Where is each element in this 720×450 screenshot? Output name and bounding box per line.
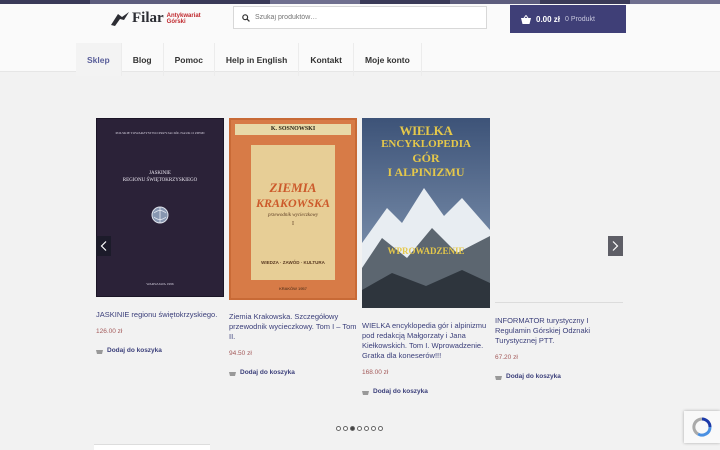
cart-amount: 0.00 zł [536,14,561,24]
product-card: WIELKA ENCYKLOPEDIA GÓR I ALPINIZMU WPRO… [362,118,490,395]
cover-title-line2: KRAKOWSKA [255,196,331,210]
cover-author: K. SOSNOWSKI [235,124,351,135]
logo-sub-line2: Górski [166,18,186,25]
product-title[interactable]: WIELKA encyklopedia gór i alpinizmu pod … [362,321,490,361]
shopping-bag-icon [96,349,103,354]
product-title[interactable]: INFORMATOR turystyczny I Regulamin Górsk… [495,316,623,346]
logo-subtitle: Antykwariat Górski [164,13,201,25]
cart-count: 0 Produkt [565,15,595,23]
chevron-left-icon [100,241,107,251]
product-card: INFORMATOR turystyczny I Regulamin Górsk… [495,118,623,380]
nav-item-help-in-english[interactable]: Help in English [215,43,300,76]
product-card: K. SOSNOWSKI ZIEMIA KRAKOWSKA przewodnik… [229,118,357,376]
product-price: 126.00 zł [96,328,123,335]
cover-title-line1: ZIEMIA [269,180,317,195]
shopping-bag-icon [495,375,502,380]
globe-emblem-icon [151,206,169,224]
carousel-next-button[interactable] [608,236,623,256]
carousel-dot[interactable] [343,426,348,431]
site-logo[interactable]: Filar Antykwariat Górski [110,10,201,27]
logo-sub-line1: Antykwariat [166,12,201,19]
cover-subtitle: przewodnik wycieczkowy [267,213,319,218]
recaptcha-icon [692,417,712,437]
add-to-cart-label: Dodaj do koszyka [506,373,561,380]
add-to-cart-button[interactable]: Dodaj do koszyka [96,347,224,354]
cover-title-line1: JASKINIE [149,171,171,176]
shopping-bag-icon [229,371,236,376]
cover-title-line4: I ALPINIZMU [387,165,465,179]
recaptcha-badge[interactable] [684,411,720,443]
bird-logo-icon [111,11,129,26]
cover-title-line1: WIELKA [399,123,453,138]
search-box[interactable] [233,6,487,29]
cover-volume: I [292,221,294,227]
cart-button[interactable]: 0.00 zł 0 Produkt [510,5,626,33]
nav-item-sklep[interactable]: Sklep [76,43,122,76]
add-to-cart-label: Dodaj do koszyka [107,347,162,354]
cover-title-line2: REGIONU ŚWIĘTOKRZYSKIEGO [122,178,198,183]
cover-footer: WARSZAWA 1996 [146,282,174,286]
product-image[interactable]: POLSKIE TOWARZYSTWO PRZYJACIÓŁ NAUK O ZI… [96,118,224,297]
product-carousel: POLSKIE TOWARZYSTWO PRZYJACIÓŁ NAUK O ZI… [96,118,624,418]
search-icon [242,13,250,22]
basket-icon [521,14,531,24]
carousel-dot[interactable] [378,426,383,431]
site-header: Filar Antykwariat Górski 0.00 zł 0 Produ… [0,4,720,76]
footer-widget-edge [94,444,210,450]
add-to-cart-button[interactable]: Dodaj do koszyka [229,369,357,376]
cover-title-line3: GÓR [412,151,440,165]
cover-subtitle: WPROWADZENIE [387,246,465,256]
add-to-cart-button[interactable]: Dodaj do koszyka [495,373,623,380]
nav-item-pomoc[interactable]: Pomoc [164,43,215,76]
add-to-cart-label: Dodaj do koszyka [240,369,295,376]
cover-title-line2: ENCYKLOPEDIA [381,138,471,150]
carousel-prev-button[interactable] [96,236,111,256]
product-price: 168.00 zł [362,369,389,376]
nav-item-kontakt[interactable]: Kontakt [299,43,354,76]
chevron-right-icon [612,241,619,251]
product-price: 67.20 zł [495,354,518,361]
cover-year: KRAKÓW 1957 [279,286,307,291]
product-image[interactable]: WIELKA ENCYKLOPEDIA GÓR I ALPINIZMU WPRO… [362,118,490,308]
carousel-dot[interactable] [357,426,362,431]
carousel-dot[interactable] [364,426,369,431]
product-title[interactable]: JASKINIE regionu świętokrzyskiego. [96,310,224,320]
product-card: POLSKIE TOWARZYSTWO PRZYJACIÓŁ NAUK O ZI… [96,118,224,354]
product-image[interactable]: K. SOSNOWSKI ZIEMIA KRAKOWSKA przewodnik… [229,118,357,300]
carousel-dot[interactable] [350,426,355,431]
carousel-dot[interactable] [336,426,341,431]
product-title[interactable]: Ziemia Krakowska. Szczegółowy przewodnik… [229,312,357,342]
carousel-dots [336,426,383,431]
shopping-bag-icon [362,390,369,395]
search-input[interactable] [255,14,475,21]
cover-motto: WIEDZA · ZAWÓD · KULTURA [261,260,325,265]
main-nav: Sklep Blog Pomoc Help in English Kontakt… [76,43,422,76]
logo-name: Filar [132,10,164,26]
carousel-dot[interactable] [371,426,376,431]
nav-item-blog[interactable]: Blog [122,43,164,76]
product-image[interactable] [495,118,623,303]
add-to-cart-label: Dodaj do koszyka [373,388,428,395]
product-price: 94.50 zł [229,350,252,357]
add-to-cart-button[interactable]: Dodaj do koszyka [362,388,490,395]
cover-header: POLSKIE TOWARZYSTWO PRZYJACIÓŁ NAUK O ZI… [115,131,205,135]
nav-item-moje-konto[interactable]: Moje konto [354,43,422,76]
